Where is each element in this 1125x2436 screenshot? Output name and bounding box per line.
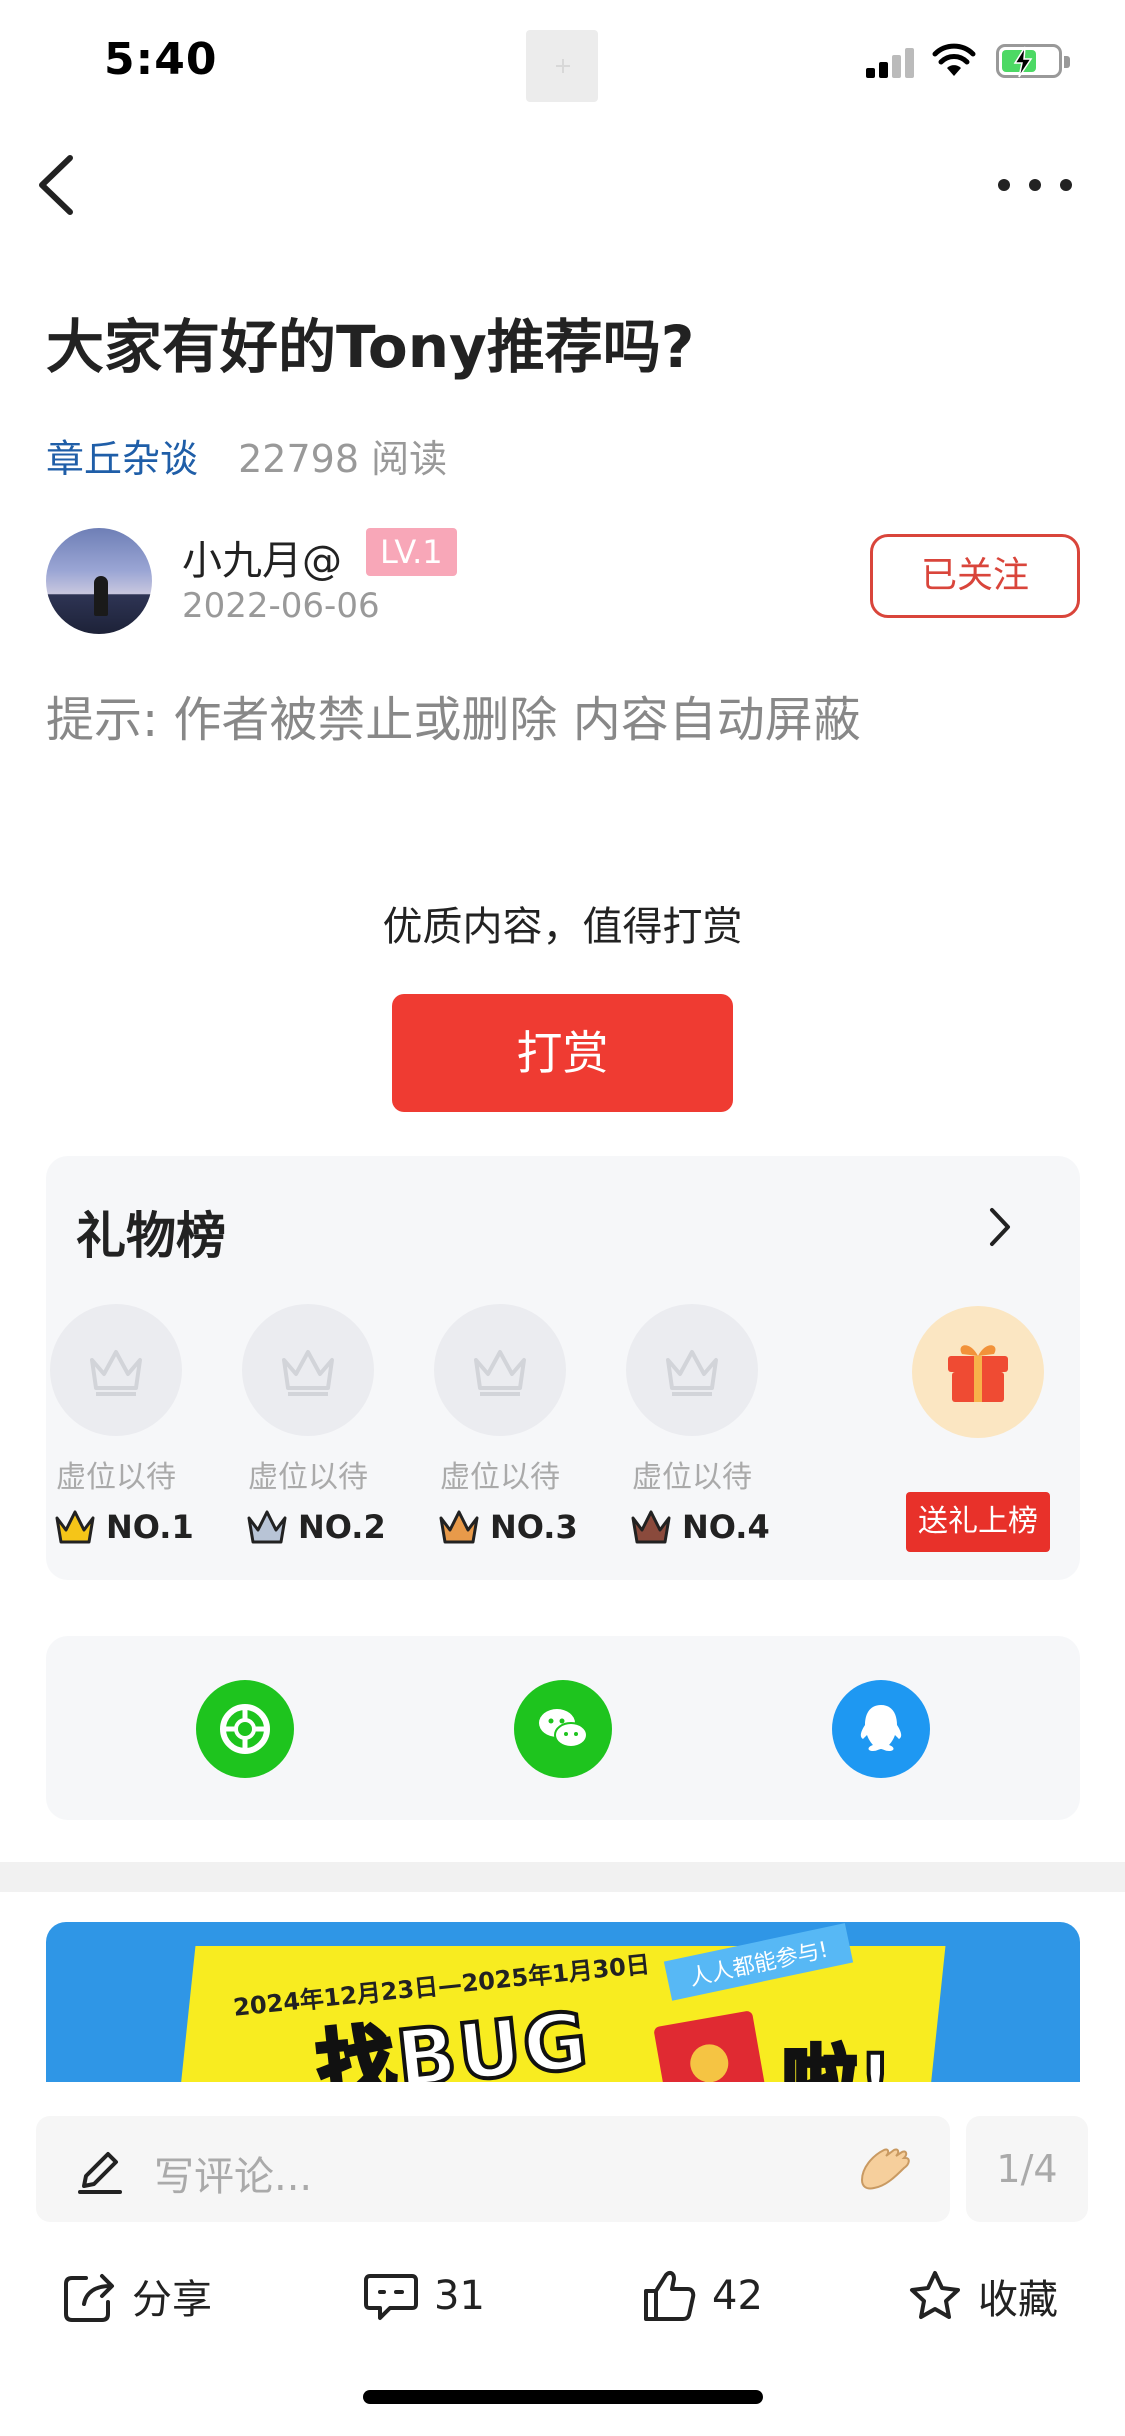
follow-button[interactable]: 已关注 bbox=[870, 534, 1080, 618]
like-action[interactable]: 42 bbox=[642, 2260, 763, 2332]
crown-icon bbox=[247, 1510, 287, 1544]
comment-input[interactable]: 写评论... bbox=[36, 2116, 950, 2222]
moments-icon[interactable] bbox=[196, 1680, 294, 1778]
share-icon bbox=[64, 2274, 114, 2322]
qq-icon[interactable] bbox=[832, 1680, 930, 1778]
blocked-notice: 提示: 作者被禁止或删除 内容自动屏蔽 bbox=[46, 692, 861, 748]
home-indicator[interactable] bbox=[363, 2390, 763, 2404]
back-arrow-icon[interactable] bbox=[30, 150, 86, 220]
pen-icon bbox=[78, 2152, 122, 2194]
post-date: 2022-06-06 bbox=[182, 586, 380, 626]
crown-placeholder-icon bbox=[50, 1304, 182, 1436]
reward-hint: 优质内容，值得打赏 bbox=[382, 904, 743, 950]
send-gift-button[interactable]: 送礼上榜 bbox=[906, 1492, 1050, 1552]
section-divider bbox=[0, 1862, 1125, 1892]
slot-label: 虚位以待 bbox=[56, 1460, 176, 1495]
signal-icon bbox=[866, 46, 916, 78]
promo-banner[interactable]: 2024年12月23日—2025年1月30日 找BUG 人人都能参与! 啦! bbox=[46, 1922, 1080, 2082]
crown-placeholder-icon bbox=[626, 1304, 758, 1436]
share-panel bbox=[46, 1636, 1080, 1820]
category-link[interactable]: 章丘杂谈 bbox=[46, 437, 198, 481]
crown-icon bbox=[439, 1510, 479, 1544]
share-action[interactable]: 分享 bbox=[62, 2260, 212, 2332]
rank-label: NO.2 bbox=[246, 1508, 386, 1546]
crown-icon bbox=[631, 1510, 671, 1544]
gift-board-title: 礼物榜 bbox=[76, 1207, 226, 1265]
slot-label: 虚位以待 bbox=[248, 1460, 368, 1495]
banner-suffix: 啦! bbox=[780, 2035, 895, 2082]
favorite-label: 收藏 bbox=[978, 2277, 1058, 2323]
bottom-bar: 写评论... 1/4 分享 31 42 收藏 bbox=[0, 2082, 1125, 2436]
comment-placeholder: 写评论... bbox=[154, 2154, 313, 2200]
share-label: 分享 bbox=[132, 2277, 212, 2323]
wifi-icon bbox=[932, 43, 976, 76]
crown-placeholder-icon bbox=[434, 1304, 566, 1436]
wechat-icon[interactable] bbox=[514, 1680, 612, 1778]
star-icon bbox=[910, 2271, 960, 2319]
rank-label: NO.4 bbox=[630, 1508, 770, 1546]
thumbs-up-icon bbox=[644, 2270, 696, 2321]
level-badge: LV.1 bbox=[366, 528, 457, 576]
reward-button[interactable]: 打赏 bbox=[392, 994, 733, 1112]
crown-icon bbox=[55, 1510, 95, 1544]
rank-label: NO.3 bbox=[438, 1508, 578, 1546]
slot-label: 虚位以待 bbox=[632, 1460, 752, 1495]
read-count: 22798 阅读 bbox=[238, 437, 448, 481]
likes-count: 42 bbox=[712, 2273, 763, 2319]
more-icon[interactable] bbox=[990, 160, 1080, 210]
clap-hands-icon bbox=[860, 2148, 910, 2190]
gift-slot[interactable]: 虚位以待 NO.2 bbox=[238, 1304, 386, 1546]
comment-icon bbox=[364, 2274, 418, 2320]
comment-action[interactable]: 31 bbox=[362, 2260, 485, 2332]
post-meta: 章丘杂谈 22798 阅读 bbox=[46, 428, 447, 483]
comments-count: 31 bbox=[434, 2273, 485, 2319]
screen-record-indicator bbox=[526, 30, 598, 102]
author-name[interactable]: 小九月@ bbox=[182, 528, 342, 586]
gift-box-icon[interactable] bbox=[912, 1306, 1044, 1438]
gift-slot[interactable]: 虚位以待 NO.4 bbox=[622, 1304, 770, 1546]
favorite-action[interactable]: 收藏 bbox=[906, 2260, 1058, 2332]
status-time: 5:40 bbox=[104, 34, 218, 85]
slot-label: 虚位以待 bbox=[440, 1460, 560, 1495]
crown-placeholder-icon bbox=[242, 1304, 374, 1436]
chevron-right-icon[interactable] bbox=[980, 1202, 1020, 1252]
gift-slot[interactable]: 虚位以待 NO.1 bbox=[46, 1304, 194, 1546]
post-title: 大家有好的Tony推荐吗? bbox=[46, 313, 695, 381]
rank-label: NO.1 bbox=[54, 1508, 194, 1546]
battery-icon bbox=[996, 44, 1070, 78]
avatar[interactable] bbox=[46, 528, 152, 634]
status-bar: 5:40 bbox=[0, 0, 1125, 130]
page-indicator[interactable]: 1/4 bbox=[966, 2116, 1088, 2222]
gift-board: 礼物榜 虚位以待 NO.1 虚位以待 NO.2 虚位以待 NO.3 虚位以待 N… bbox=[46, 1156, 1080, 1580]
gift-slot[interactable]: 虚位以待 NO.3 bbox=[430, 1304, 578, 1546]
